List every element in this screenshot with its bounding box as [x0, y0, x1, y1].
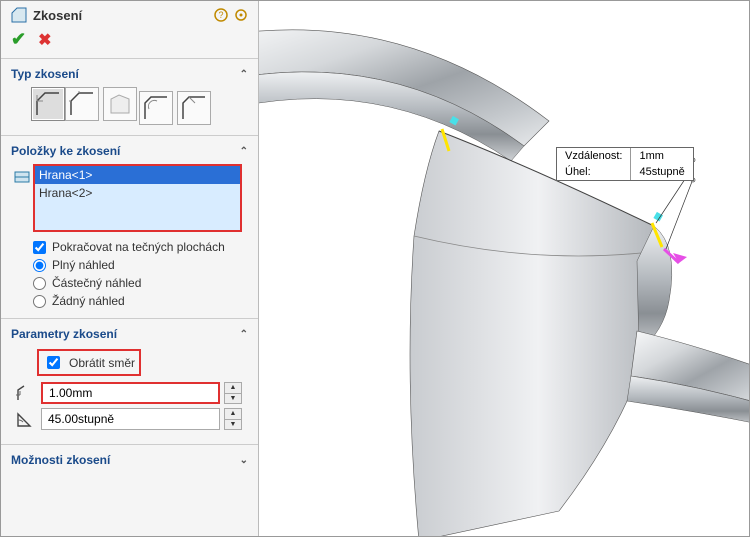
distance-input[interactable] — [41, 382, 220, 404]
panel-header: Zkosení ? — [1, 1, 258, 25]
cancel-button[interactable]: ✖ — [38, 30, 51, 50]
preview-full-radio[interactable]: Plný náhled — [33, 258, 252, 272]
section-type-title: Typ zkosení — [11, 67, 240, 81]
svg-text:?: ? — [218, 10, 223, 20]
section-type: Typ zkosení ⌃ — [1, 59, 258, 136]
chamfer-callout[interactable]: Vzdálenost: 1mm Úhel: 45stupně — [556, 147, 694, 181]
collapse-toggle[interactable]: ⌃ — [240, 146, 248, 157]
section-items: Položky ke zkosení ⌃ Hrana<1> Hrana<2> P… — [1, 136, 258, 319]
callout-angle-value[interactable]: 45stupně — [631, 164, 693, 180]
type-angle-distance[interactable] — [31, 87, 65, 121]
graphics-viewport[interactable]: Vzdálenost: 1mm Úhel: 45stupně — [259, 1, 749, 536]
collapse-toggle[interactable]: ⌃ — [240, 69, 248, 80]
type-offset-face[interactable] — [139, 91, 173, 125]
preview-partial-radio[interactable]: Částečný náhled — [33, 276, 252, 290]
section-items-title: Položky ke zkosení — [11, 144, 240, 158]
ok-button[interactable]: ✔ — [11, 29, 26, 50]
confirm-row: ✔ ✖ — [1, 25, 258, 59]
preview-none-radio[interactable]: Žádný náhled — [33, 294, 252, 308]
chamfer-type-grid — [31, 87, 252, 125]
property-panel: Zkosení ? ✔ ✖ Typ zkosení ⌃ — [1, 1, 259, 536]
section-params: Parametry zkosení ⌃ Obrátit směr ▲▼ ▲▼ — [1, 319, 258, 445]
section-params-title: Parametry zkosení — [11, 327, 240, 341]
callout-distance-value[interactable]: 1mm — [631, 148, 693, 164]
type-vertex[interactable] — [103, 87, 137, 121]
collapse-toggle[interactable]: ⌃ — [240, 329, 248, 340]
tangent-checkbox[interactable]: Pokračovat na tečných plochách — [33, 240, 252, 254]
section-options: Možnosti zkosení ⌄ — [1, 445, 258, 483]
settings-icon[interactable] — [234, 8, 248, 22]
panel-title: Zkosení — [33, 8, 214, 23]
callout-distance-label: Vzdálenost: — [557, 148, 631, 164]
selection-filter-icon[interactable] — [11, 164, 33, 186]
angle-input[interactable] — [41, 408, 220, 430]
type-distance-distance[interactable] — [65, 87, 99, 121]
angle-spinner[interactable]: ▲▼ — [224, 408, 242, 430]
model-render — [259, 1, 749, 536]
selection-list[interactable]: Hrana<1> Hrana<2> — [33, 164, 242, 232]
angle-icon — [13, 409, 37, 429]
section-options-title: Možnosti zkosení — [11, 453, 240, 467]
type-face-face[interactable] — [177, 91, 211, 125]
list-item[interactable]: Hrana<2> — [35, 184, 240, 202]
help-icon[interactable]: ? — [214, 8, 228, 22]
reverse-direction-checkbox[interactable]: Obrátit směr — [37, 349, 141, 376]
expand-toggle[interactable]: ⌄ — [240, 455, 248, 466]
list-item[interactable]: Hrana<1> — [35, 166, 240, 184]
callout-angle-label: Úhel: — [557, 164, 631, 180]
distance-spinner[interactable]: ▲▼ — [224, 382, 242, 404]
chamfer-feature-icon — [11, 7, 27, 23]
distance-icon — [13, 383, 37, 403]
